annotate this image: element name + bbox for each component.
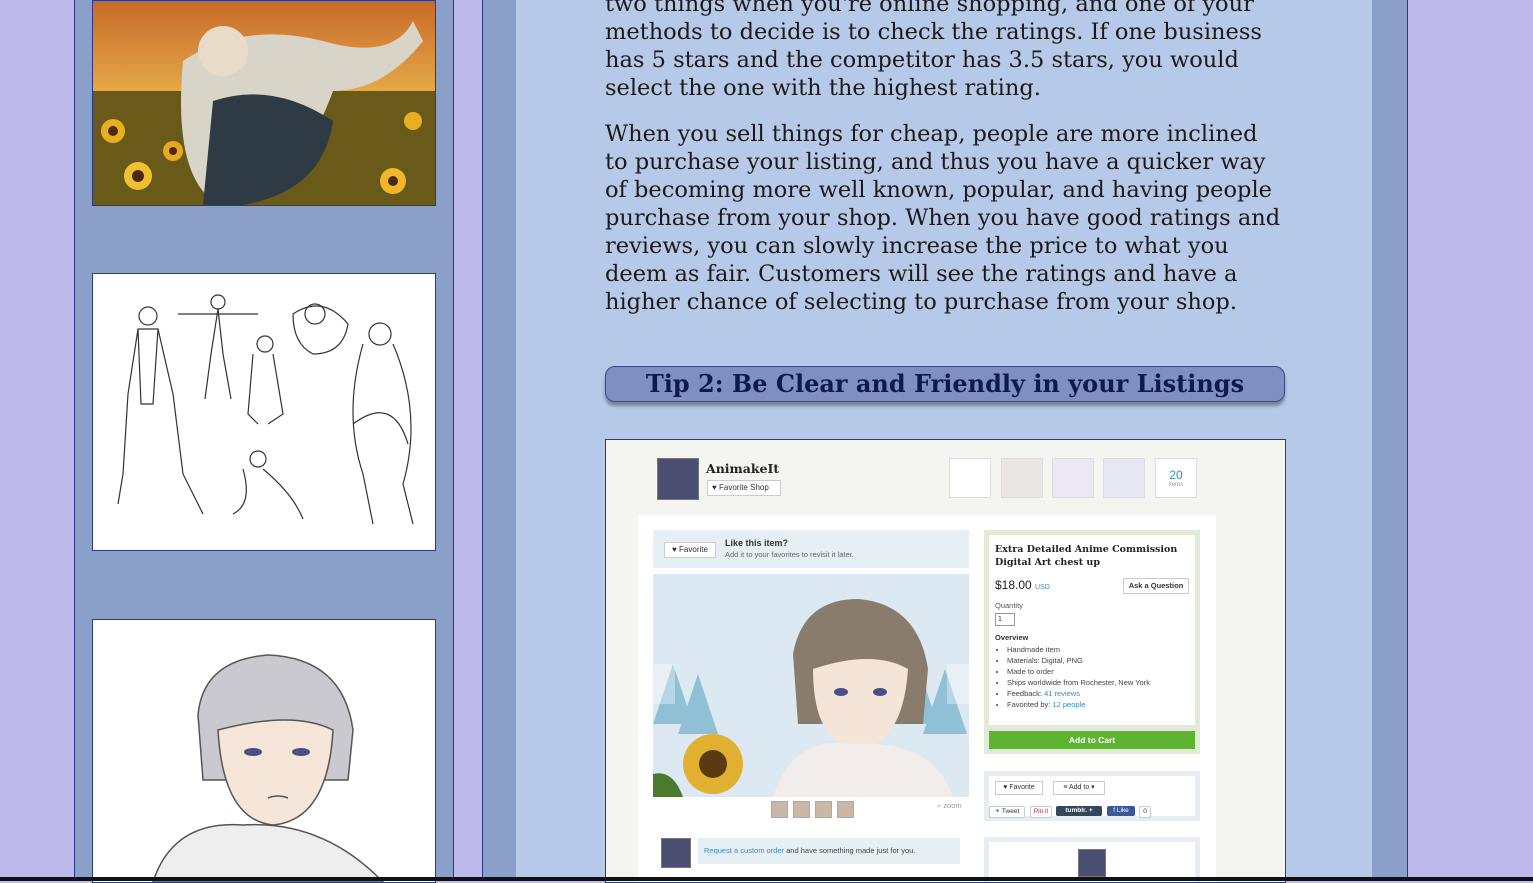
facebook-like-count: 0 — [1139, 806, 1151, 818]
request-custom-order-link: Request a custom order — [704, 846, 785, 855]
favorite-item-button: ♥ Favorite — [664, 542, 716, 558]
overview-item-feedback: Feedback: 41 reviews — [1007, 688, 1150, 699]
heart-icon: ♥ — [1003, 784, 1008, 791]
add-to-cart-button: Add to Cart — [989, 731, 1195, 749]
pinterest-button: Pin it — [1030, 806, 1052, 818]
tweet-button: ✦ Tweet — [989, 806, 1025, 818]
shop-avatar — [657, 458, 699, 500]
quantity-label: Quantity — [995, 601, 1023, 610]
favorite-item-label: Favorite — [679, 545, 708, 554]
overview-item: Made to order — [1007, 666, 1150, 677]
tip-2-heading: Tip 2: Be Clear and Friendly in your Lis… — [605, 366, 1285, 402]
favorite-small-label: Favorite — [1009, 784, 1035, 791]
shop-item-thumbnail — [1052, 458, 1094, 498]
overview-item-favorited: Favorited by: 12 people — [1007, 699, 1150, 710]
facebook-icon: f — [1113, 807, 1116, 814]
like-item-title: Like this item? — [725, 538, 789, 548]
article-paragraph-pricing: When you sell things for cheap, people a… — [605, 121, 1281, 315]
twitter-icon: ✦ — [994, 808, 1001, 815]
article-paragraph-ratings: two things when you're online shopping, … — [605, 0, 1262, 101]
listing-image-thumbnails — [771, 801, 859, 823]
quantity-select: 1 — [995, 613, 1015, 626]
custom-order-banner: Request a custom order and have somethin… — [698, 838, 960, 864]
sunflower-field-illustration — [93, 1, 435, 205]
custom-order-text: and have something made just for you. — [784, 846, 916, 855]
listing-main-image — [653, 574, 969, 797]
gallery-image-sunflower-field[interactable] — [92, 0, 436, 206]
zoom-label: zoom — [943, 801, 962, 810]
winter-portrait-illustration — [653, 574, 969, 797]
favorite-shop-label: Favorite Shop — [718, 483, 769, 492]
tip-2-heading-text: Tip 2: Be Clear and Friendly in your Lis… — [645, 369, 1245, 398]
add-to-label: Add to — [1068, 784, 1090, 791]
facebook-like-button: f Like — [1107, 806, 1135, 816]
favorite-shop-button: ♥ Favorite Shop — [707, 480, 781, 496]
zoom-link: ⌕ zoom — [937, 801, 962, 811]
shop-item-thumbnail — [949, 458, 991, 498]
overview-list: Handmade item Materials: Digital, PNG Ma… — [997, 644, 1150, 710]
gallery-image-sketches[interactable] — [92, 273, 436, 551]
favorite-small-button: ♥ Favorite — [995, 781, 1043, 795]
character-sketches-illustration — [93, 274, 435, 550]
tumblr-label: tumblr. — [1065, 807, 1088, 814]
heart-icon: ♥ — [672, 545, 677, 554]
shop-item-thumbnail — [1001, 458, 1043, 498]
like-item-subtitle: Add it to your favorites to revisit it l… — [725, 550, 854, 559]
list-icon: ≡ — [1063, 784, 1068, 791]
overview-item: Ships worldwide from Rochester, New York — [1007, 677, 1150, 688]
overview-item: Materials: Digital, PNG — [1007, 655, 1150, 666]
shop-avatar-small — [661, 838, 691, 868]
gallery-image-silver-haired-boy[interactable] — [92, 619, 436, 883]
shop-items-count: 20 items — [1155, 458, 1197, 498]
listing-price: $18.00 USD — [995, 578, 1050, 592]
price-currency: USD — [1035, 584, 1050, 591]
shop-owner-avatar — [1078, 849, 1106, 877]
chevron-down-icon: ▾ — [1091, 784, 1095, 791]
shop-name: AnimakeIt — [706, 461, 780, 476]
ask-question-button: Ask a Question — [1123, 578, 1189, 594]
bottom-edge-bar — [0, 877, 1533, 881]
magnifier-icon: ⌕ — [937, 801, 942, 810]
feedback-link: 41 reviews — [1044, 689, 1080, 698]
add-to-list-button: ≡ Add to ▾ — [1053, 781, 1105, 795]
silver-haired-character-illustration — [93, 620, 435, 882]
tumblr-button: tumblr. + — [1056, 806, 1102, 816]
shop-item-thumbnail — [1103, 458, 1145, 498]
etsy-listing-screenshot[interactable]: AnimakeIt ♥ Favorite Shop 20 items ♥ Fav… — [605, 439, 1286, 883]
tweet-label: Tweet — [1001, 808, 1020, 815]
items-count-number: 20 — [1169, 468, 1183, 482]
overview-heading: Overview — [995, 633, 1029, 642]
plus-icon: + — [1088, 807, 1093, 814]
overview-item: Handmade item — [1007, 644, 1150, 655]
listing-title: Extra Detailed Anime Commission Digital … — [995, 544, 1178, 568]
favorited-label: Favorited by: — [1007, 700, 1051, 709]
quantity-value: 1 — [998, 616, 1002, 623]
facebook-like-label: Like — [1116, 807, 1129, 814]
items-count-label: items — [1168, 482, 1184, 488]
favorited-link: 12 people — [1052, 700, 1086, 709]
heart-icon: ♥ — [712, 483, 717, 492]
price-amount: $18.00 — [995, 578, 1032, 592]
feedback-label: Feedback: — [1007, 689, 1043, 698]
